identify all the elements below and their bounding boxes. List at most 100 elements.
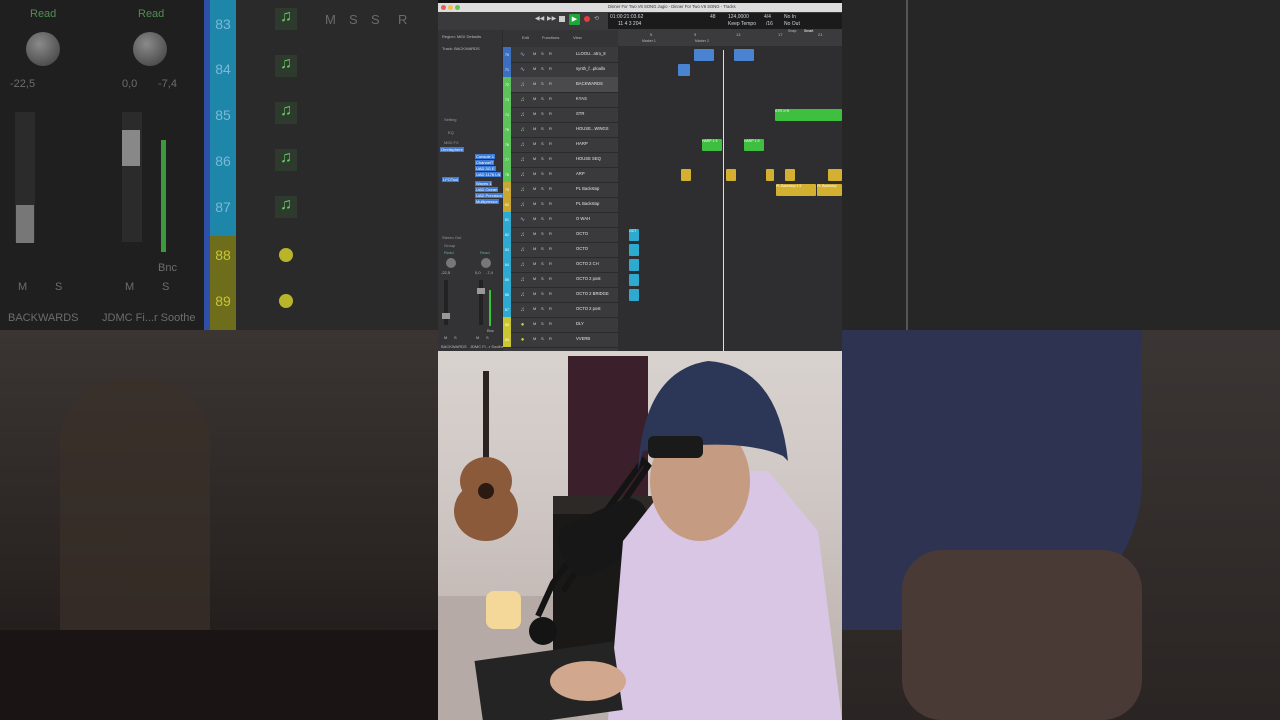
solo-button[interactable]: S <box>541 231 544 236</box>
solo-button[interactable]: S <box>541 201 544 206</box>
track-row[interactable]: 84 ♫ M S R OCTO 2 CH <box>503 257 618 273</box>
rec-button[interactable]: R <box>549 276 552 281</box>
plugin-slot-5[interactable]: Waves 1 <box>475 181 493 186</box>
rec-button[interactable]: R <box>549 306 552 311</box>
mute-button[interactable]: M <box>533 66 536 71</box>
rec-button[interactable]: R <box>549 291 552 296</box>
mute-button[interactable]: M <box>533 81 536 86</box>
lcd-division[interactable]: /16 <box>766 21 773 27</box>
mute-button[interactable]: M <box>533 141 536 146</box>
track-name[interactable]: KYAS <box>576 96 587 101</box>
rewind-icon[interactable]: ◀◀ <box>535 15 544 22</box>
region[interactable]: HARP 1 9 <box>702 139 722 151</box>
region[interactable] <box>734 49 754 61</box>
mute-button[interactable]: M <box>533 321 536 326</box>
track-name[interactable]: OCTO 2 CH <box>576 261 599 266</box>
rec-button[interactable]: R <box>549 201 552 206</box>
track-row[interactable]: 71 ∿ M S Rsynth_f...ploallo <box>503 62 618 78</box>
pan-knob-right[interactable] <box>481 258 491 268</box>
solo-button[interactable]: S <box>541 126 544 131</box>
solo-83[interactable]: S <box>349 12 358 27</box>
cycle-icon[interactable]: ⟲ <box>594 15 599 22</box>
rec-button[interactable]: R <box>549 336 552 341</box>
track-row[interactable]: 87 ♫ M S R OCTO 2 post <box>503 302 618 318</box>
rec-button[interactable]: R <box>549 321 552 326</box>
rec-button[interactable]: R <box>549 231 552 236</box>
lcd-keep-tempo[interactable]: Keep Tempo <box>728 21 756 27</box>
track-row[interactable]: 78 ♫ M S R ARP <box>503 167 618 183</box>
track-name[interactable]: DLY <box>576 321 584 326</box>
volume-left[interactable]: -22,5 <box>441 270 450 275</box>
edit-menu[interactable]: Edit <box>522 35 529 40</box>
track-row[interactable]: 88 ● M S R DLY <box>503 317 618 333</box>
mute-button[interactable]: M <box>533 306 536 311</box>
region[interactable] <box>694 49 714 61</box>
marker-2[interactable]: Marker 2 <box>695 39 709 43</box>
track-row[interactable]: 82 ♫ M S R OCTO <box>503 227 618 243</box>
lcd-tempo[interactable]: 124,0000 <box>728 14 749 20</box>
lfo-tool-slot[interactable]: LFOTool <box>442 177 460 182</box>
pan-knob-left[interactable] <box>446 258 456 268</box>
zoom-icon[interactable] <box>455 5 460 10</box>
solo-button[interactable]: S <box>541 66 544 71</box>
rec-button[interactable]: R <box>549 126 552 131</box>
record-button[interactable] <box>584 16 590 22</box>
track-name[interactable]: PL Backstop <box>576 186 599 191</box>
mute-button[interactable]: M <box>533 216 536 221</box>
rec-button[interactable]: R <box>549 171 552 176</box>
region[interactable] <box>629 259 639 271</box>
solo-b[interactable]: S <box>162 281 169 293</box>
track-row[interactable]: 76 ♫ M S R HARP <box>503 137 618 153</box>
play-button[interactable]: ▶ <box>569 14 580 25</box>
setting-button[interactable]: Setting <box>444 117 456 122</box>
solo-button[interactable]: S <box>541 81 544 86</box>
mute-button[interactable]: M <box>533 276 536 281</box>
solo-button[interactable]: S <box>541 141 544 146</box>
solo-button[interactable]: S <box>541 276 544 281</box>
region[interactable] <box>828 169 842 181</box>
stereo-out-label[interactable]: Stereo Out <box>442 235 461 240</box>
track-row[interactable]: 73 ♫ M S R KYAS <box>503 92 618 108</box>
region[interactable]: PL Backstop <box>817 184 842 196</box>
track-row[interactable]: 74 ♫ M S R STR <box>503 107 618 123</box>
rec-button[interactable]: R <box>549 246 552 251</box>
eq-button[interactable]: EQ <box>448 130 454 135</box>
snap-value[interactable]: Smart <box>804 29 813 33</box>
track-name[interactable]: STR <box>576 111 584 116</box>
region[interactable] <box>678 64 690 76</box>
solo-button[interactable]: S <box>541 171 544 176</box>
mute-button[interactable]: M <box>533 246 536 251</box>
functions-menu[interactable]: Functions <box>542 35 559 40</box>
fader-cap-b[interactable] <box>122 130 140 166</box>
rec-button[interactable]: R <box>549 186 552 191</box>
mute-button[interactable]: M <box>533 336 536 341</box>
rec-button[interactable]: R <box>549 111 552 116</box>
track-name[interactable]: PL Backstop <box>576 201 599 206</box>
inspector-region[interactable]: Region: MIDI Defaults <box>442 34 481 39</box>
inspector-solo-left[interactable]: S <box>454 335 457 340</box>
solo-button[interactable]: S <box>541 306 544 311</box>
region[interactable]: STR 1+5 <box>775 109 842 121</box>
inspector-mute-right[interactable]: M <box>476 335 479 340</box>
region[interactable] <box>681 169 691 181</box>
track-row[interactable]: 70 ∿ M S R LLOOU...ntro_8 <box>503 47 618 63</box>
region[interactable] <box>785 169 795 181</box>
plugin-slot-2[interactable]: ChannelT <box>475 160 495 165</box>
solo-button[interactable]: S <box>541 336 544 341</box>
mute-button[interactable]: M <box>533 261 536 266</box>
instrument-slot[interactable]: Omnisphere <box>440 147 464 152</box>
solo-button[interactable]: S <box>541 246 544 251</box>
fader-right[interactable] <box>479 280 483 325</box>
track-row[interactable]: 79 ♫ M S R PL Backstop <box>503 182 618 198</box>
record-83[interactable]: S <box>371 12 380 27</box>
region[interactable] <box>629 274 639 286</box>
mute-button[interactable]: M <box>533 126 536 131</box>
region[interactable] <box>629 289 639 301</box>
rec-button[interactable]: R <box>549 156 552 161</box>
forward-icon[interactable]: ▶▶ <box>547 15 556 22</box>
track-name[interactable]: ARP <box>576 171 585 176</box>
region[interactable] <box>766 169 774 181</box>
track-name[interactable]: LLOOU...ntro_8 <box>576 51 606 56</box>
track-row[interactable]: 81 ∿ M S R O WAH <box>503 212 618 228</box>
track-name[interactable]: synth_f...ploallo <box>576 66 605 71</box>
